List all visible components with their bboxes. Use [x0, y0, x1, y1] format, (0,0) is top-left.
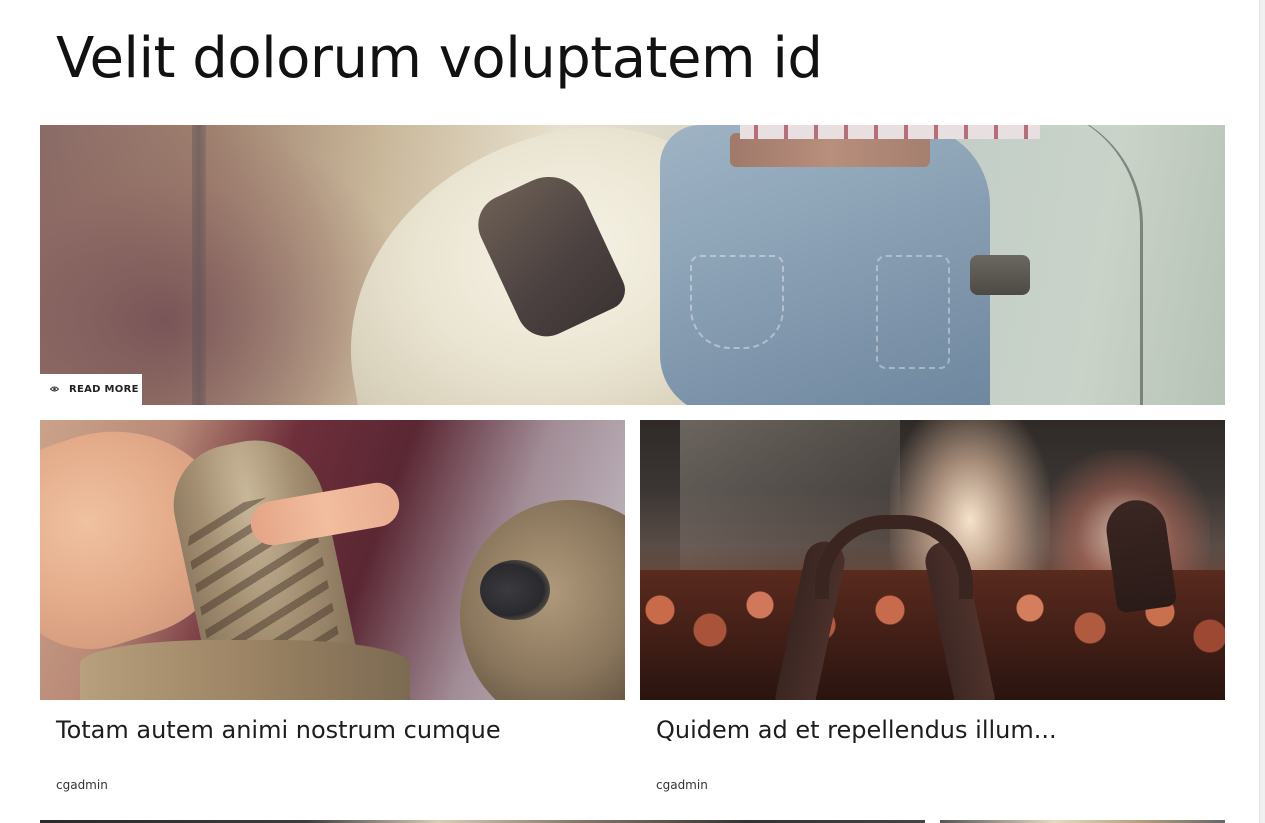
- page: Velit dolorum voluptatem id READ MORE To…: [0, 0, 1265, 823]
- post-title[interactable]: Quidem ad et repellendus illum...: [656, 716, 1057, 744]
- read-more-button[interactable]: READ MORE: [40, 374, 142, 405]
- featured-image[interactable]: [40, 125, 1225, 405]
- cat-image-nose: [480, 560, 550, 620]
- post-thumbnail[interactable]: [40, 420, 625, 700]
- post-author[interactable]: cgadmin: [56, 778, 108, 792]
- post-card: Totam autem animi nostrum cumque cgadmin: [40, 420, 625, 823]
- eye-icon: [50, 386, 59, 392]
- read-more-label: READ MORE: [69, 384, 139, 395]
- featured-image-pocket: [876, 255, 950, 369]
- featured-image-seam: [690, 255, 784, 349]
- cat-image-bottom: [80, 640, 410, 700]
- featured-image-pole: [192, 125, 206, 405]
- post-card: Quidem ad et repellendus illum... cgadmi…: [640, 420, 1225, 823]
- post-title[interactable]: Totam autem animi nostrum cumque: [56, 716, 501, 744]
- page-title[interactable]: Velit dolorum voluptatem id: [56, 28, 823, 90]
- post-thumbnail[interactable]: [640, 420, 1225, 700]
- featured-image-jeans: [660, 125, 990, 405]
- scrollbar-track[interactable]: [1259, 0, 1265, 823]
- featured-image-haze: [40, 125, 400, 405]
- featured-image-grip: [970, 255, 1030, 295]
- post-author[interactable]: cgadmin: [656, 778, 708, 792]
